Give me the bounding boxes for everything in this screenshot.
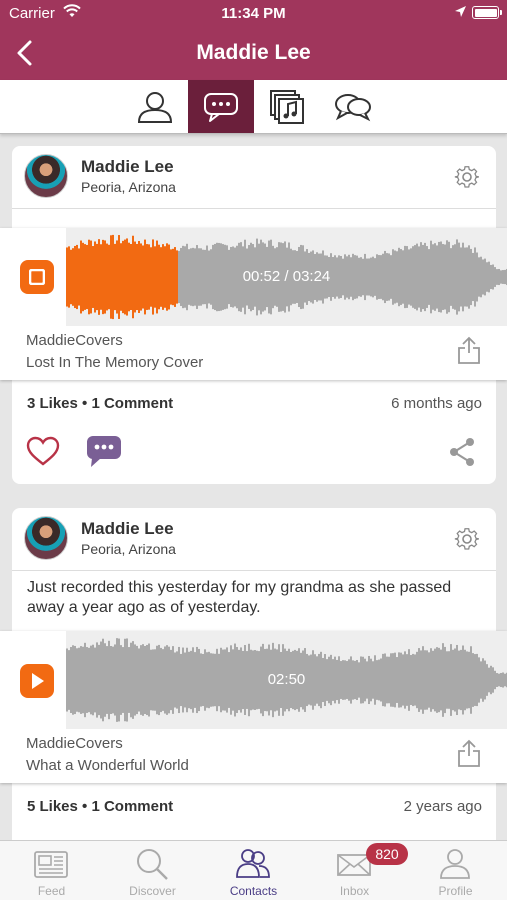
artist-name[interactable]: MaddieCovers: [26, 332, 123, 349]
clock: 11:34 PM: [221, 5, 286, 22]
gear-icon[interactable]: [454, 526, 480, 552]
divider: [12, 208, 496, 209]
upload-share-icon[interactable]: [457, 739, 481, 767]
conversations-icon: [335, 93, 371, 121]
page-title: Maddie Lee: [196, 41, 311, 64]
post-age: 2 years ago: [403, 798, 482, 815]
feed-icon: [34, 851, 68, 878]
person-icon: [137, 91, 173, 123]
track-title[interactable]: Lost In The Memory Cover: [26, 354, 203, 371]
audio-player: 00:52 / 03:24 MaddieCovers Lost In The M…: [0, 228, 507, 380]
author-name[interactable]: Maddie Lee: [81, 519, 174, 539]
nav-bar: Maddie Lee: [0, 28, 507, 80]
likes-comments-count[interactable]: 3 Likes • 1 Comment: [27, 395, 173, 412]
artist-name[interactable]: MaddieCovers: [26, 735, 123, 752]
tabbar-profile[interactable]: Profile: [405, 841, 506, 900]
gear-icon[interactable]: [454, 164, 480, 190]
bottom-tab-bar: Feed Discover Contacts Inbox Profile: [0, 840, 507, 900]
stop-icon: [29, 269, 45, 285]
waveform[interactable]: 02:50: [66, 631, 507, 729]
share-icon[interactable]: [448, 437, 476, 467]
tab-posts[interactable]: [188, 80, 254, 133]
tabbar-label: Profile: [438, 884, 473, 898]
playback-time: 00:52 / 03:24: [242, 268, 331, 285]
profile-icon: [440, 849, 470, 879]
audio-player: 02:50 MaddieCovers What a Wonderful Worl…: [0, 631, 507, 783]
tab-profile[interactable]: [122, 80, 188, 133]
waveform[interactable]: 00:52 / 03:24: [66, 228, 507, 326]
author-name[interactable]: Maddie Lee: [81, 157, 174, 177]
battery-icon: [472, 6, 502, 19]
avatar[interactable]: [24, 516, 68, 560]
tabbar-label: Contacts: [229, 884, 278, 898]
divider: [12, 570, 496, 571]
author-location: Peoria, Arizona: [81, 179, 176, 195]
playback-time: 02:50: [267, 671, 306, 688]
tab-music[interactable]: [254, 80, 320, 133]
comment-icon[interactable]: [86, 434, 122, 468]
location-arrow-icon: [455, 6, 466, 17]
status-bar: Carrier 11:34 PM: [0, 0, 507, 28]
chat-bubble-icon: [204, 92, 238, 122]
post-age: 6 months ago: [391, 395, 482, 412]
inbox-badge: 820: [366, 843, 408, 865]
stop-button[interactable]: [20, 260, 54, 294]
profile-tab-strip: [0, 80, 507, 134]
upload-share-icon[interactable]: [457, 336, 481, 364]
post-text: Just recorded this yesterday for my gran…: [27, 579, 452, 616]
tabbar-contacts[interactable]: Contacts: [203, 841, 304, 900]
likes-comments-count[interactable]: 5 Likes • 1 Comment: [27, 798, 173, 815]
tabbar-feed[interactable]: Feed: [1, 841, 102, 900]
contacts-icon: [236, 849, 270, 878]
play-button[interactable]: [20, 664, 54, 698]
tabbar-label: Discover: [129, 884, 176, 898]
tabbar-label: Inbox: [339, 884, 370, 898]
track-title[interactable]: What a Wonderful World: [26, 757, 189, 774]
tabbar-label: Feed: [37, 884, 66, 898]
music-library-icon: [270, 89, 304, 124]
tab-conversations[interactable]: [320, 80, 386, 133]
magnifier-icon: [137, 849, 168, 880]
author-location: Peoria, Arizona: [81, 541, 176, 557]
tabbar-discover[interactable]: Discover: [102, 841, 203, 900]
avatar[interactable]: [24, 154, 68, 198]
heart-icon[interactable]: [26, 436, 60, 466]
play-icon: [32, 673, 44, 689]
